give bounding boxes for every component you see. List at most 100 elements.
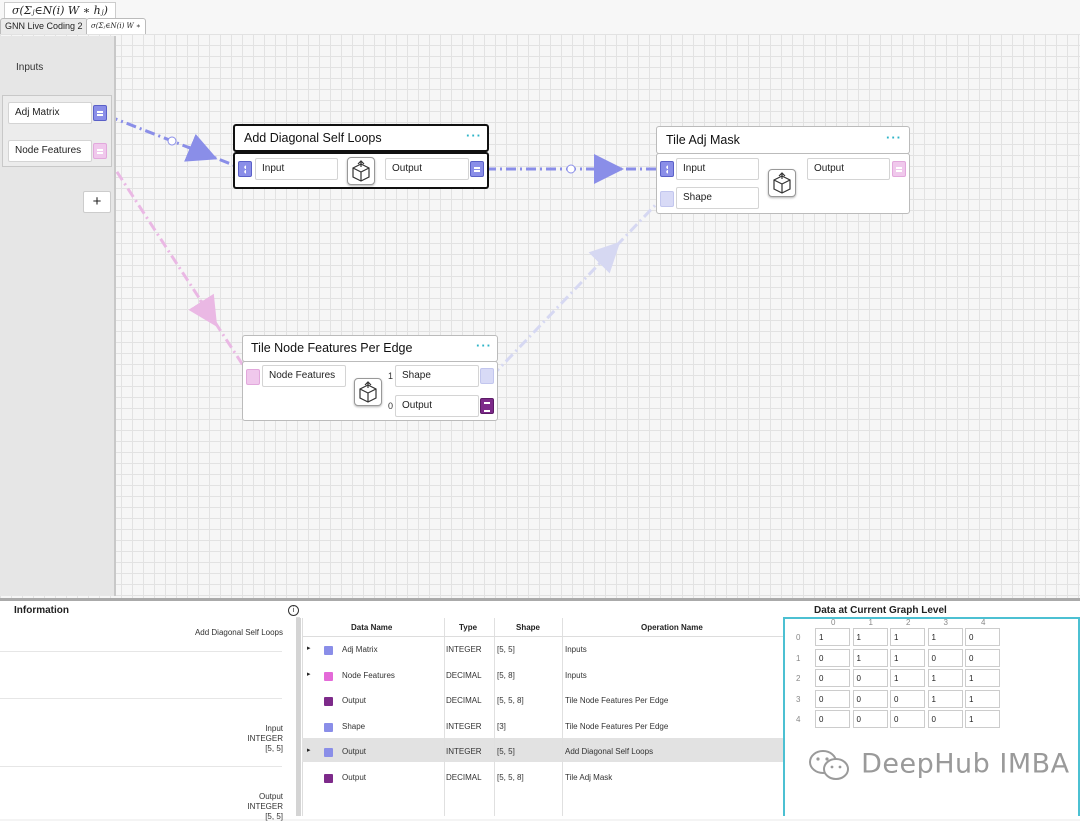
- info-op-name: Add Diagonal Self Loops: [194, 628, 283, 637]
- data-type-icon: [324, 773, 333, 783]
- data-type-icon: [324, 722, 333, 732]
- matrix-cell[interactable]: 1: [852, 628, 888, 646]
- diag-output-field[interactable]: Output: [385, 158, 469, 180]
- cell-data-name: Adj Matrix: [342, 645, 378, 654]
- matrix-cell[interactable]: 0: [927, 648, 963, 667]
- more-icon[interactable]: ···: [466, 128, 482, 143]
- divider: [0, 651, 282, 652]
- tile-adj-output-field[interactable]: Output: [807, 158, 890, 180]
- cell-operation-name: Add Diagonal Self Loops: [565, 747, 654, 756]
- tile-nf-input-port-icon[interactable]: [246, 369, 260, 385]
- cell-data-name: Shape: [342, 721, 366, 731]
- cell-operation-name: Inputs: [565, 645, 587, 654]
- matrix-col-label: 2: [906, 618, 911, 627]
- operation-box-icon[interactable]: [768, 169, 796, 197]
- cell-shape: [5, 8]: [497, 670, 515, 680]
- matrix-cell[interactable]: 1: [890, 648, 925, 667]
- table-row[interactable]: [302, 715, 784, 741]
- tile-nf-output-field[interactable]: Output: [395, 395, 479, 417]
- add-input-button[interactable]: +: [83, 191, 111, 213]
- info-input-label: Input: [265, 724, 283, 733]
- cell-shape: [3]: [497, 721, 506, 731]
- matrix-cell[interactable]: 0: [815, 648, 850, 667]
- matrix-cell[interactable]: 0: [852, 710, 888, 728]
- matrix-cell[interactable]: 1: [965, 689, 1000, 708]
- diag-output-port-icon[interactable]: [470, 161, 484, 177]
- cell-shape: [5, 5, 8]: [497, 696, 524, 705]
- col-header-shape[interactable]: Shape: [516, 623, 540, 632]
- table-row[interactable]: [302, 740, 784, 766]
- cell-type: DECIMAL: [446, 670, 482, 680]
- tile-adj-shape-port-icon[interactable]: [660, 191, 674, 207]
- watermark-text: DeepHub IMBA: [861, 748, 1070, 780]
- diag-input-port-icon[interactable]: [238, 161, 252, 177]
- matrix-cell[interactable]: 1: [965, 710, 1000, 728]
- tile-nf-shape-port-icon[interactable]: [480, 368, 494, 384]
- tile-nf-input-field[interactable]: Node Features: [262, 365, 346, 387]
- matrix-cell[interactable]: 1: [927, 669, 963, 687]
- matrix-cell[interactable]: 1: [815, 628, 850, 646]
- cell-type: DECIMAL: [446, 772, 482, 782]
- matrix-cell[interactable]: 1: [890, 669, 925, 687]
- tile-nf-output-port-icon[interactable]: [480, 398, 494, 414]
- matrix-cell[interactable]: 0: [890, 710, 925, 728]
- col-header-operation-name[interactable]: Operation Name: [641, 623, 703, 632]
- divider: [0, 766, 282, 767]
- info-input-shape: [5, 5]: [265, 744, 283, 753]
- data-type-icon: [324, 646, 333, 655]
- matrix-cell[interactable]: 0: [890, 689, 925, 708]
- node-features-port-icon[interactable]: [93, 143, 107, 159]
- node-tile-nf-title: Tile Node Features Per Edge: [251, 341, 413, 355]
- matrix-cell[interactable]: 0: [965, 648, 1000, 667]
- operation-box-icon[interactable]: [354, 378, 382, 406]
- matrix-cell[interactable]: 0: [815, 710, 850, 728]
- expand-arrow-icon[interactable]: ▸: [307, 670, 311, 678]
- input-node-features[interactable]: Node Features: [8, 140, 92, 162]
- cell-type: INTEGER: [446, 721, 482, 731]
- matrix-cell[interactable]: 1: [965, 669, 1000, 687]
- edge-features-to-tilenf: [104, 154, 252, 377]
- tile-adj-input-field[interactable]: Input: [676, 158, 759, 180]
- more-icon[interactable]: ···: [886, 130, 902, 145]
- matrix-cell[interactable]: 1: [927, 689, 963, 708]
- info-output-label: Output: [258, 792, 283, 801]
- tile-adj-output-port-icon[interactable]: [892, 161, 906, 177]
- col-header-data-name[interactable]: Data Name: [351, 623, 392, 632]
- tile-adj-input-port-icon[interactable]: [660, 161, 674, 177]
- cell-type: INTEGER: [446, 747, 482, 756]
- cell-data-name: Output: [342, 772, 367, 782]
- expand-arrow-icon[interactable]: ▸: [307, 644, 311, 652]
- matrix-cell[interactable]: 0: [815, 669, 850, 687]
- matrix-cell[interactable]: 0: [927, 710, 963, 728]
- more-icon[interactable]: ···: [476, 338, 492, 353]
- diag-input-field[interactable]: Input: [255, 158, 338, 180]
- col-header-type[interactable]: Type: [459, 623, 477, 632]
- table-row[interactable]: [302, 766, 784, 792]
- operation-box-icon[interactable]: [347, 157, 375, 185]
- watermark: DeepHub IMBA: [808, 748, 1070, 782]
- matrix-cell[interactable]: 0: [815, 689, 850, 708]
- data-level-title: Data at Current Graph Level: [814, 605, 947, 616]
- cell-data-name: Output: [342, 696, 367, 705]
- cell-operation-name: Tile Adj Mask: [565, 772, 613, 782]
- matrix-cell[interactable]: 0: [852, 669, 888, 687]
- info-input-type: INTEGER: [247, 734, 283, 743]
- expand-arrow-icon[interactable]: ▸: [307, 746, 311, 754]
- matrix-cell[interactable]: 0: [965, 628, 1000, 646]
- table-row[interactable]: [302, 689, 784, 715]
- tile-nf-shape-field[interactable]: Shape: [395, 365, 479, 387]
- header-divider: [302, 636, 784, 637]
- matrix-cell[interactable]: 1: [927, 628, 963, 646]
- divider: [0, 698, 282, 699]
- matrix-cell[interactable]: 0: [852, 689, 888, 708]
- input-adj-matrix[interactable]: Adj Matrix: [8, 102, 92, 124]
- info-icon[interactable]: i: [288, 605, 299, 616]
- node-add-diagonal-title: Add Diagonal Self Loops: [244, 131, 382, 145]
- info-output-shape: [5, 5]: [265, 812, 283, 821]
- matrix-cell[interactable]: 1: [852, 648, 888, 667]
- output-index: 0: [388, 401, 394, 411]
- matrix-cell[interactable]: 1: [890, 628, 925, 646]
- tile-adj-shape-field[interactable]: Shape: [676, 187, 759, 209]
- information-scrollbar[interactable]: [296, 618, 301, 816]
- adj-matrix-port-icon[interactable]: [93, 105, 107, 121]
